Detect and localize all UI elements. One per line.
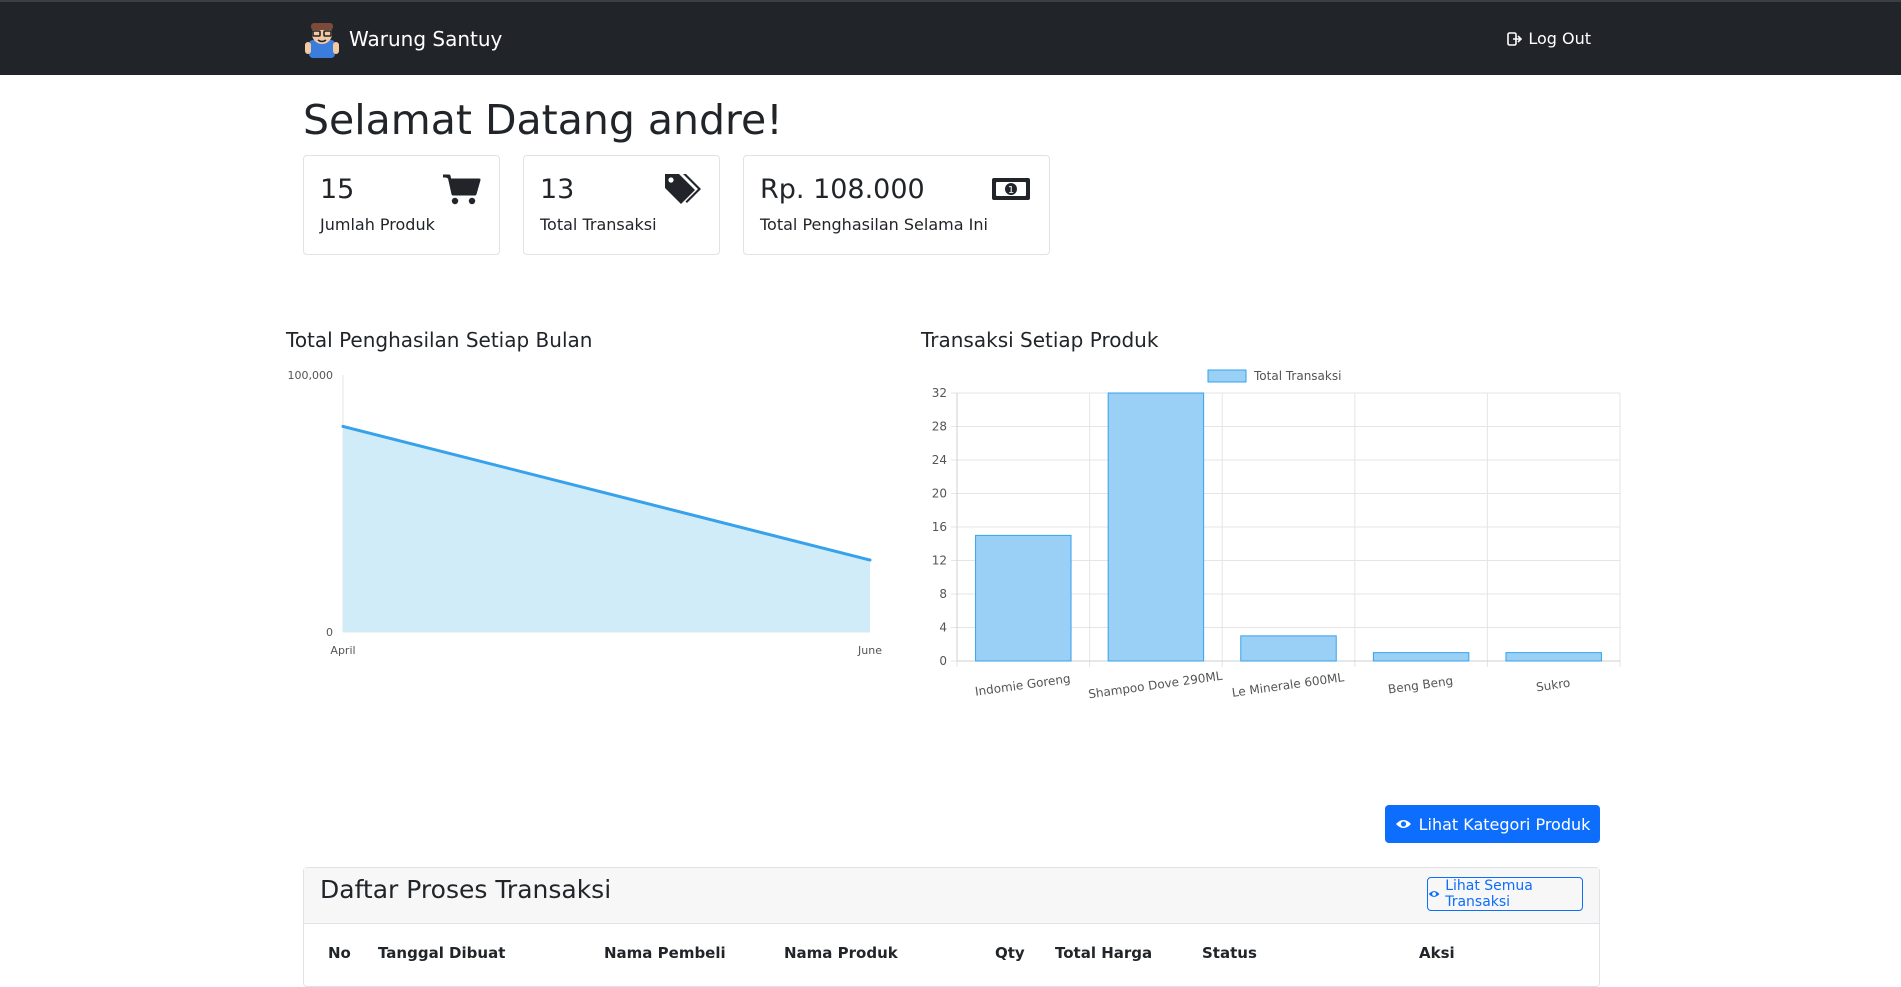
brand-logo-icon xyxy=(305,23,339,58)
y-tick-label: 16 xyxy=(932,520,947,534)
eye-icon xyxy=(1395,820,1411,828)
lihat-kategori-button[interactable]: Lihat Kategori Produk xyxy=(1385,805,1600,843)
col-header-tanggal: Tanggal Dibuat xyxy=(378,944,506,962)
cart-icon xyxy=(443,174,481,205)
eye-icon xyxy=(1428,891,1440,897)
data-point xyxy=(868,558,872,562)
x-tick-label: Beng Beng xyxy=(1387,674,1454,697)
y-tick-label: 0 xyxy=(939,654,947,668)
stat-label: Total Transaksi xyxy=(540,215,657,234)
stat-card-transaksi: 13 Total Transaksi xyxy=(523,155,720,255)
y-tick-label: 32 xyxy=(932,386,947,400)
transactions-chart: Total Transaksi 0 4 8 12 16 20 24 28 32 Indomie Go… xyxy=(932,369,1621,702)
bar xyxy=(1505,652,1602,662)
x-tick-label: Le Minerale 600ML xyxy=(1231,670,1345,700)
col-header-no: No xyxy=(328,944,351,962)
data-point xyxy=(341,424,345,428)
brand-link[interactable]: Warung Santuy xyxy=(303,20,502,58)
x-tick-label: Shampoo Dove 290ML xyxy=(1087,669,1223,702)
col-header-total: Total Harga xyxy=(1055,944,1153,962)
y-tick-label: 20 xyxy=(932,487,947,501)
transactions-chart-title: Transaksi Setiap Produk xyxy=(921,328,1159,352)
col-header-aksi: Aksi xyxy=(1419,944,1455,962)
x-tick-label: April xyxy=(330,644,355,657)
stat-value: Rp. 108.000 xyxy=(760,174,925,205)
area-fill xyxy=(343,426,870,632)
panel-title: Daftar Proses Transaksi xyxy=(320,875,612,904)
y-tick-label: 100,000 xyxy=(288,369,334,382)
stat-label: Total Penghasilan Selama Ini xyxy=(760,215,988,234)
x-tick-label: Indomie Goreng xyxy=(974,671,1071,698)
legend-label: Total Transaksi xyxy=(1253,369,1341,383)
svg-text:1: 1 xyxy=(1008,185,1014,196)
y-tick-label: 8 xyxy=(939,587,947,601)
logout-icon xyxy=(1507,31,1523,46)
logout-button[interactable]: Log Out xyxy=(1507,29,1591,48)
lihat-semua-label: Lihat Semua Transaksi xyxy=(1445,878,1533,910)
lihat-kategori-label: Lihat Kategori Produk xyxy=(1418,814,1591,834)
col-header-pembeli: Nama Pembeli xyxy=(604,944,726,962)
income-chart: 100,000 0 April June xyxy=(288,369,883,657)
money-icon: 1 xyxy=(992,178,1030,200)
logout-label: Log Out xyxy=(1528,29,1591,48)
bar xyxy=(1240,635,1337,662)
col-header-qty: Qty xyxy=(995,944,1025,962)
stat-value: 13 xyxy=(540,174,575,205)
income-chart-title: Total Penghasilan Setiap Bulan xyxy=(286,328,593,352)
tags-icon xyxy=(665,174,701,204)
col-header-produk: Nama Produk xyxy=(784,944,898,962)
legend-swatch xyxy=(1207,369,1247,383)
lihat-semua-button[interactable]: Lihat Semua Transaksi xyxy=(1427,877,1583,911)
stat-card-produk: 15 Jumlah Produk xyxy=(303,155,500,255)
bar xyxy=(1372,652,1470,662)
transaksi-panel: Daftar Proses Transaksi Lihat Semua Tran… xyxy=(303,867,1600,987)
panel-header: Daftar Proses Transaksi Lihat Semua Tran… xyxy=(304,868,1599,924)
welcome-heading: Selamat Datang andre! xyxy=(303,96,783,144)
col-header-status: Status xyxy=(1202,944,1257,962)
stat-value: 15 xyxy=(320,174,355,205)
y-tick-label: 24 xyxy=(932,453,947,467)
y-tick-label: 0 xyxy=(326,626,333,639)
x-tick-label: June xyxy=(857,644,882,657)
y-tick-label: 28 xyxy=(932,420,947,434)
bar xyxy=(1107,392,1205,662)
bar xyxy=(975,534,1072,662)
brand-name: Warung Santuy xyxy=(349,27,503,51)
y-tick-label: 4 xyxy=(939,621,947,635)
x-tick-label: Sukro xyxy=(1535,676,1571,695)
y-tick-label: 12 xyxy=(932,554,947,568)
stat-label: Jumlah Produk xyxy=(320,215,435,234)
navbar: Warung Santuy Log Out xyxy=(0,0,1901,75)
stat-card-penghasilan: Rp. 108.000 Total Penghasilan Selama Ini… xyxy=(743,155,1050,255)
